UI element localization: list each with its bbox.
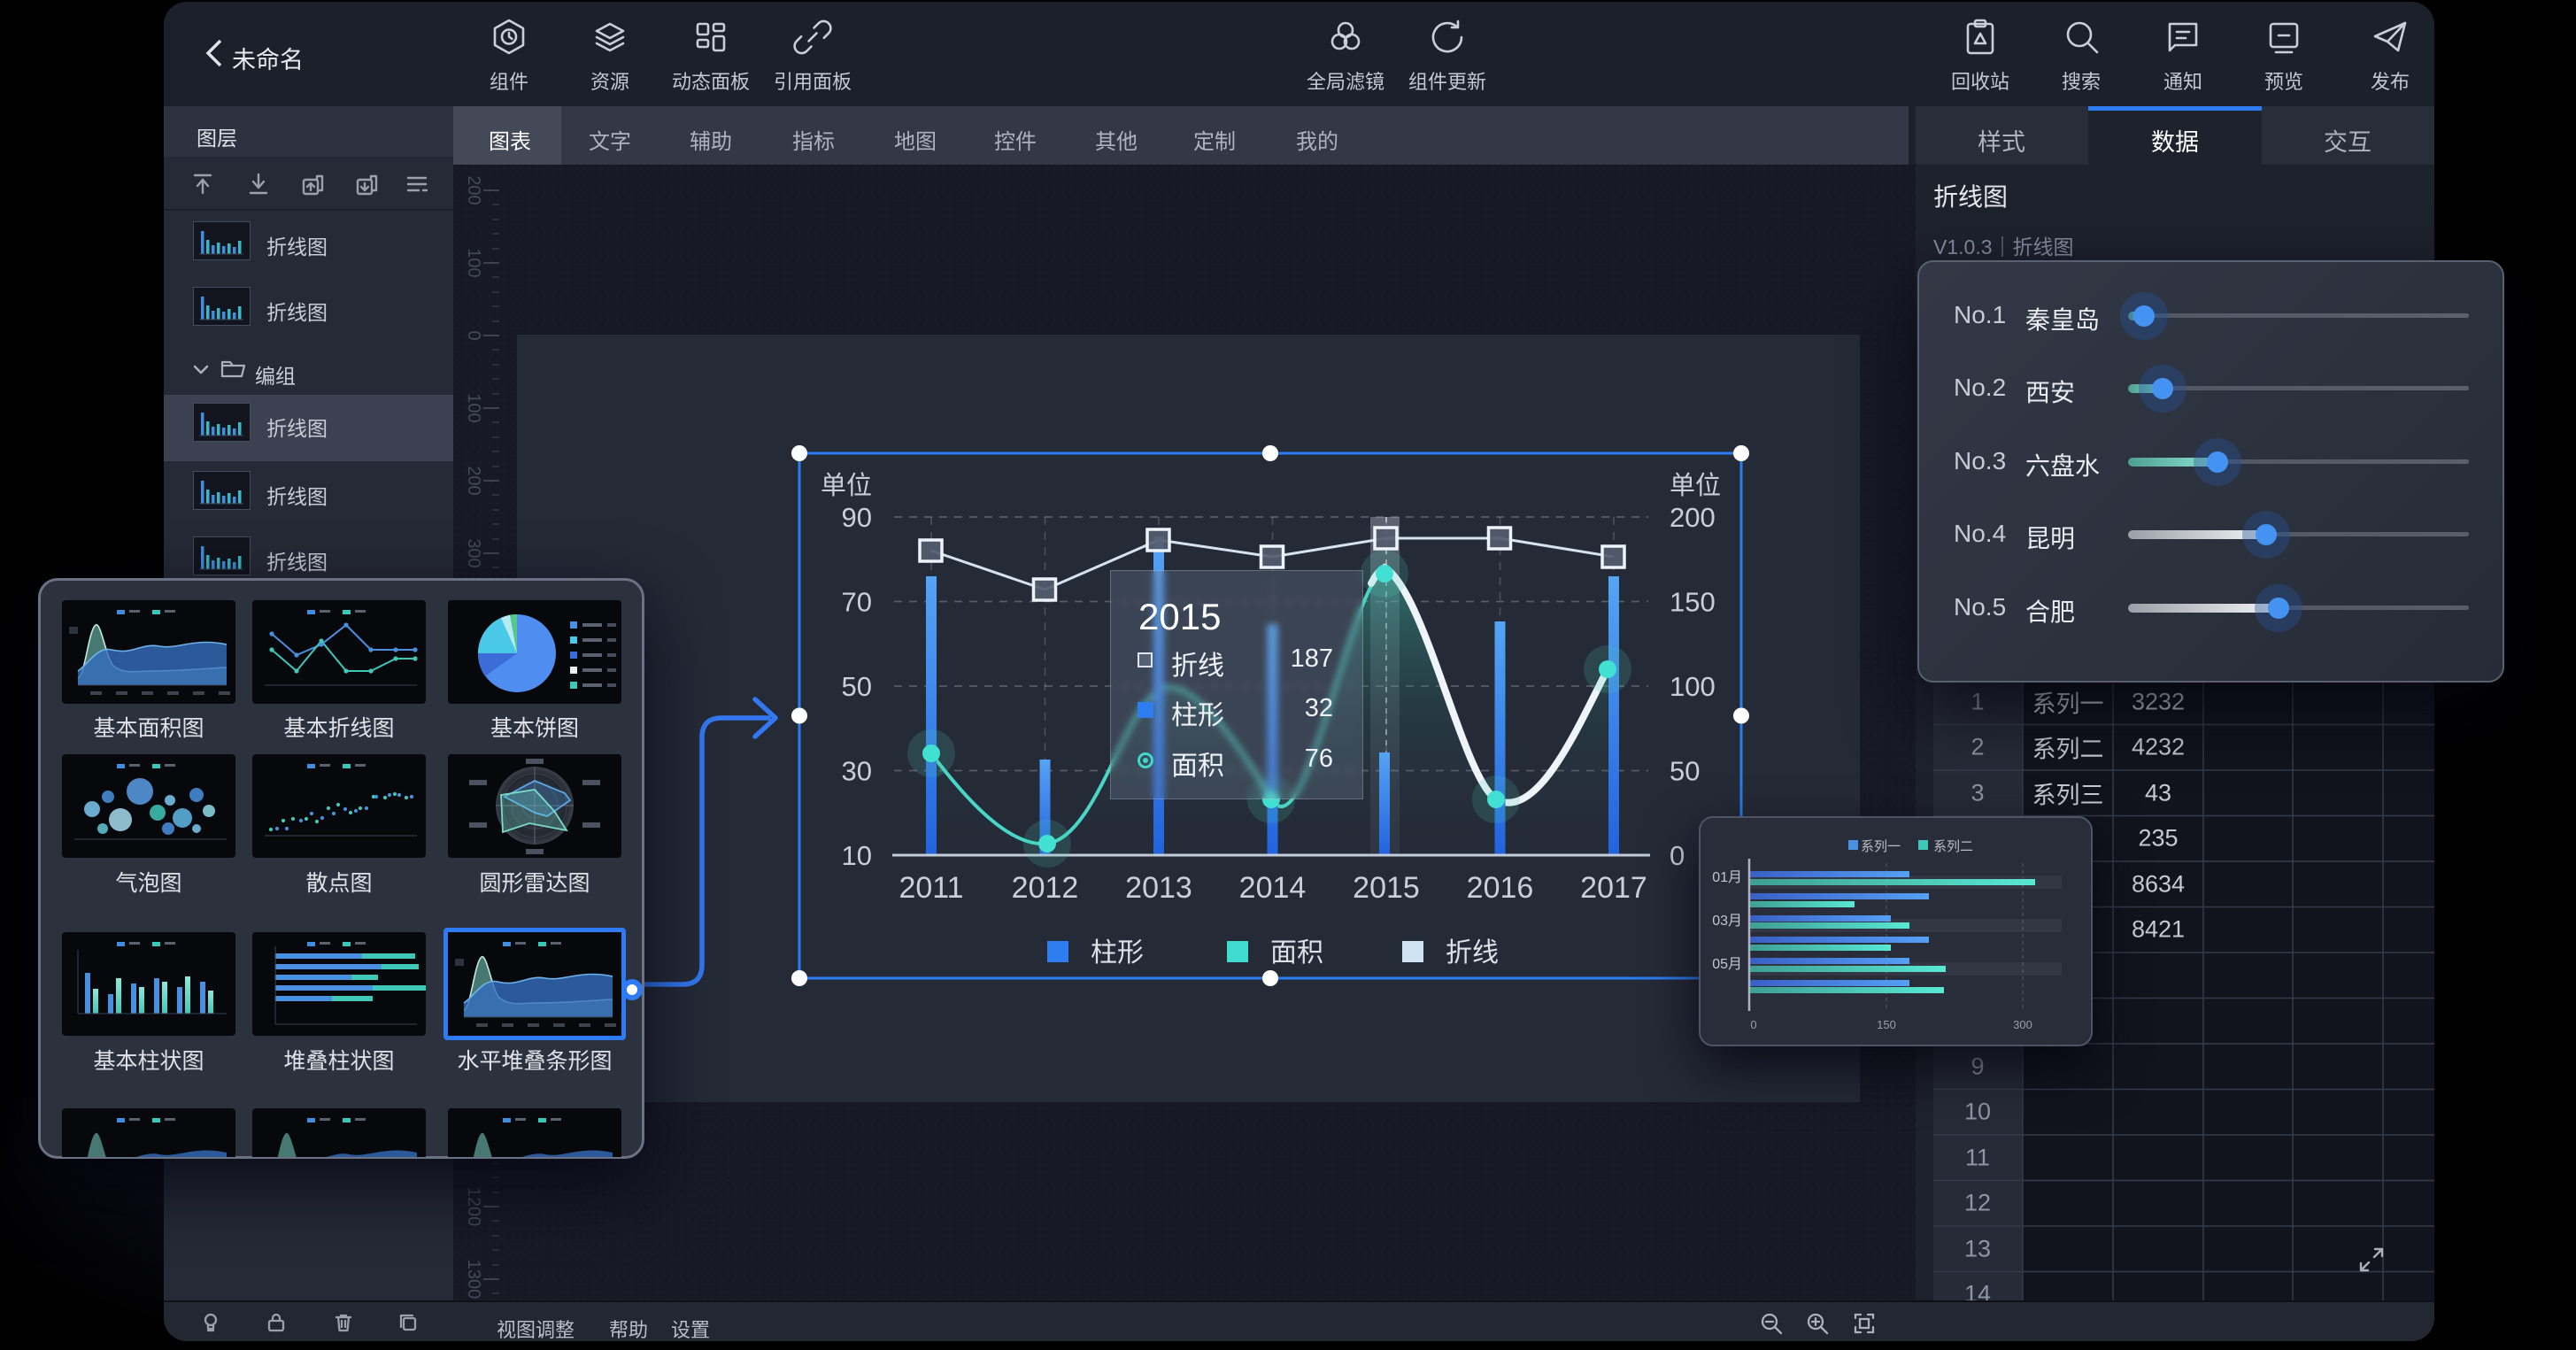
svg-text:2016: 2016 (1467, 871, 1534, 905)
svg-text:2011: 2011 (899, 871, 963, 905)
svg-text:0: 0 (1750, 1018, 1756, 1031)
svg-text:200: 200 (1670, 502, 1716, 533)
svg-text:05月: 05月 (1712, 957, 1742, 972)
svg-text:50: 50 (842, 671, 872, 702)
svg-text:10: 10 (842, 840, 872, 871)
svg-text:柱形: 柱形 (1091, 938, 1144, 968)
svg-text:03月: 03月 (1712, 914, 1742, 929)
svg-text:150: 150 (1877, 1018, 1896, 1031)
svg-text:0: 0 (1670, 840, 1685, 871)
svg-text:2014: 2014 (1239, 871, 1307, 905)
svg-text:单位: 单位 (1670, 471, 1721, 500)
svg-text:2013: 2013 (1125, 871, 1192, 905)
svg-text:2012: 2012 (1012, 871, 1079, 905)
svg-text:面积: 面积 (1270, 938, 1323, 968)
svg-text:2017: 2017 (1580, 871, 1647, 905)
svg-text:系列一: 系列一 (1861, 839, 1901, 854)
svg-text:单位: 单位 (821, 471, 872, 500)
svg-text:2015: 2015 (1353, 871, 1420, 905)
svg-text:300: 300 (2013, 1018, 2032, 1031)
svg-text:折线: 折线 (1446, 938, 1499, 968)
svg-text:70: 70 (842, 587, 872, 618)
svg-text:30: 30 (842, 756, 872, 787)
svg-text:50: 50 (1670, 756, 1700, 787)
svg-text:90: 90 (842, 502, 872, 533)
svg-text:100: 100 (1670, 671, 1716, 702)
svg-text:150: 150 (1670, 587, 1716, 618)
svg-text:01月: 01月 (1712, 870, 1742, 885)
svg-text:系列二: 系列二 (1933, 839, 1973, 854)
